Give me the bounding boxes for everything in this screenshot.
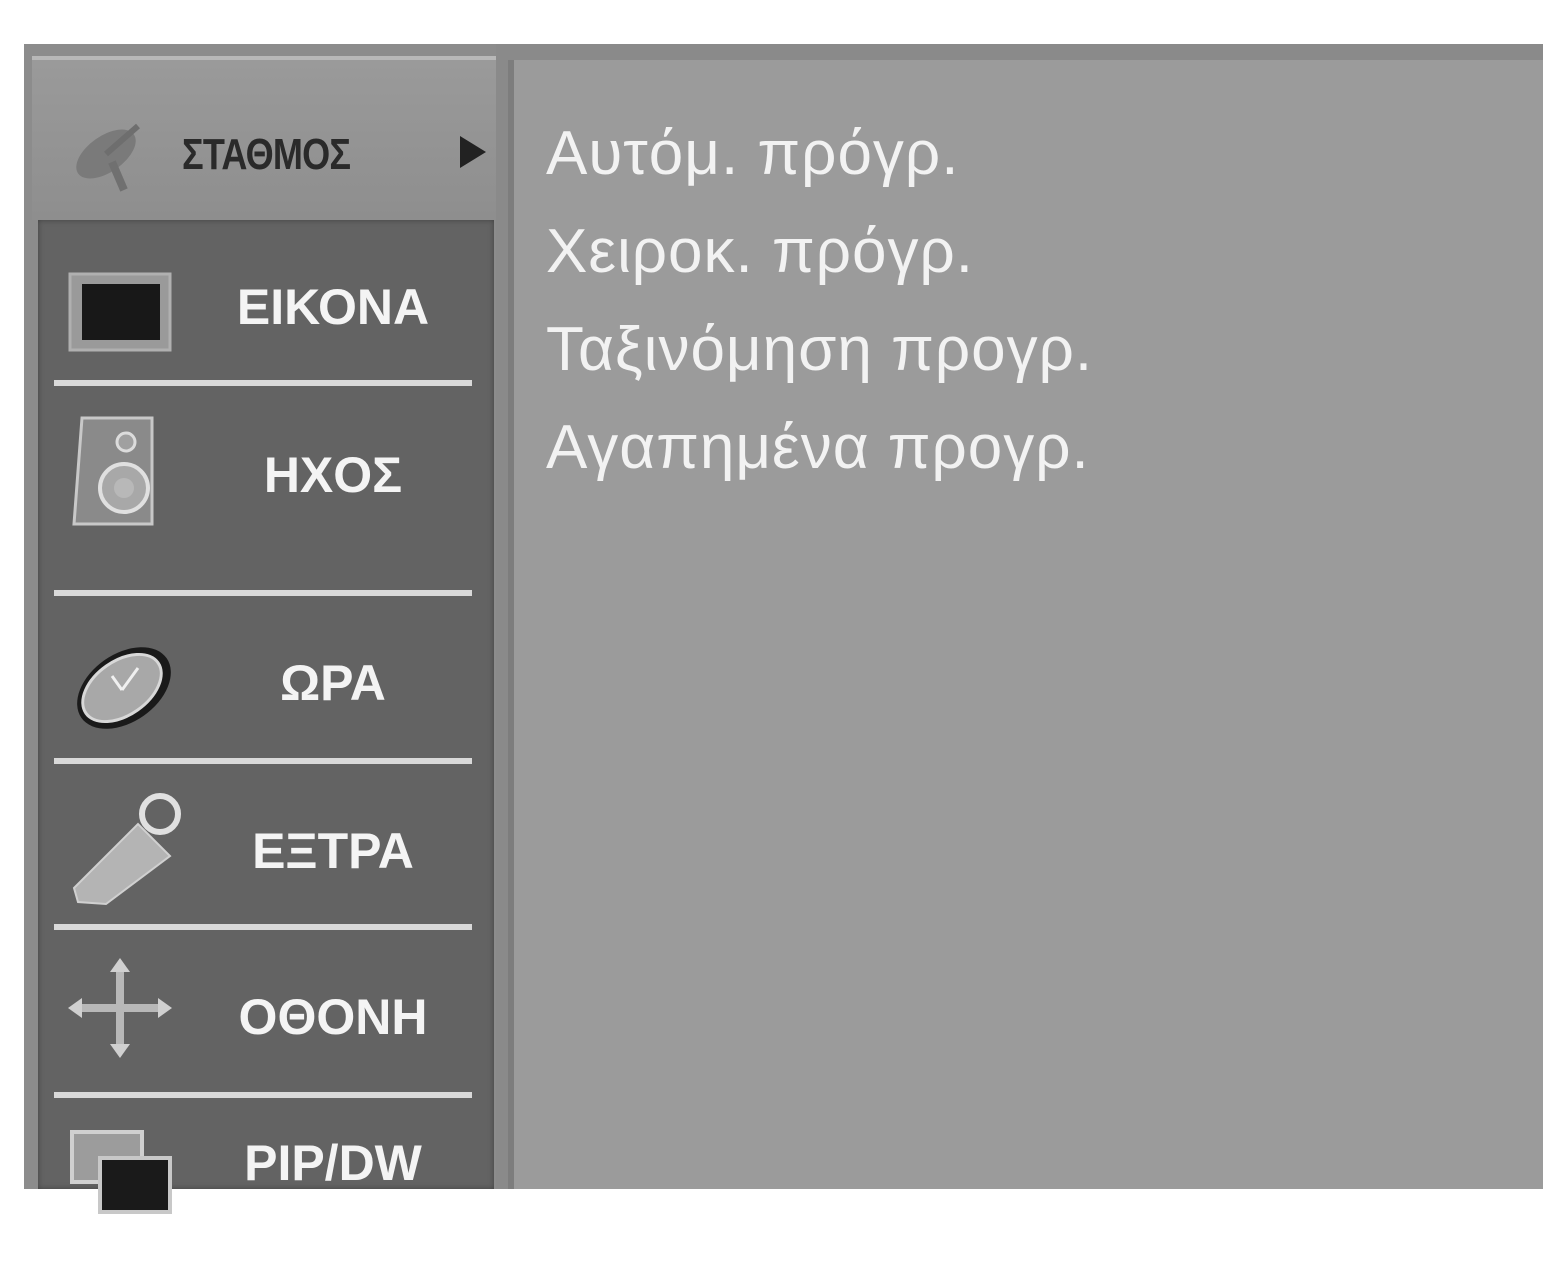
clock-icon	[77, 647, 171, 729]
tab-station-label: ΣΤΑΘΜΟΣ	[182, 130, 351, 179]
menu-item-pip-label: PIP/DW	[244, 1135, 422, 1191]
submenu-panel: Αυτόμ. πρόγρ. Χειροκ. πρόγρ. Ταξινόμηση …	[508, 60, 1543, 1189]
menu-item-time-label: ΩΡΑ	[280, 655, 386, 711]
menu-item-sound[interactable]: ΗΧΟΣ	[38, 386, 494, 552]
menu-item-picture[interactable]: ΕΙΚΟΝΑ	[38, 220, 494, 386]
menu-item-extra[interactable]: ΕΞΤΡΑ	[38, 764, 494, 930]
satellite-dish-icon	[76, 123, 140, 192]
menu-item-extra-label: ΕΞΤΡΑ	[252, 823, 414, 879]
submenu-item-favourite-programme[interactable]: Αγαπημένα προγρ.	[546, 412, 1090, 483]
submenu-item-auto-programme[interactable]: Αυτόμ. πρόγρ.	[546, 118, 959, 189]
menu-item-sound-label: ΗΧΟΣ	[263, 447, 403, 503]
picture-icon	[68, 272, 172, 352]
menu-item-pip[interactable]: PIP/DW	[38, 1098, 494, 1264]
tab-station[interactable]: ΣΤΑΘΜΟΣ	[32, 56, 496, 220]
tv-osd-menu: ΣΤΑΘΜΟΣ ΕΙΚΟΝΑ ΗΧΟΣ ΩΡΑ ΕΞΤΡΑ ΟΘΟΝΗ PIP/…	[24, 44, 1543, 1214]
arrow-right-icon	[460, 136, 486, 168]
speaker-icon	[72, 416, 154, 526]
main-menu-column: ΣΤΑΘΜΟΣ ΕΙΚΟΝΑ ΗΧΟΣ ΩΡΑ ΕΞΤΡΑ ΟΘΟΝΗ PIP/…	[24, 44, 496, 1214]
move-arrows-icon	[68, 958, 172, 1058]
pip-windows-icon	[70, 1130, 172, 1214]
menu-item-screen[interactable]: ΟΘΟΝΗ	[38, 930, 494, 1096]
submenu-item-manual-programme[interactable]: Χειροκ. πρόγρ.	[546, 216, 974, 287]
menu-item-time[interactable]: ΩΡΑ	[38, 596, 494, 762]
main-menu-list: ΕΙΚΟΝΑ ΗΧΟΣ ΩΡΑ ΕΞΤΡΑ ΟΘΟΝΗ PIP/DW	[38, 220, 494, 1214]
menu-item-screen-label: ΟΘΟΝΗ	[238, 989, 428, 1045]
key-tag-icon	[72, 793, 181, 906]
submenu-item-programme-edit[interactable]: Ταξινόμηση προγρ.	[546, 314, 1093, 385]
menu-item-picture-label: ΕΙΚΟΝΑ	[236, 279, 430, 335]
